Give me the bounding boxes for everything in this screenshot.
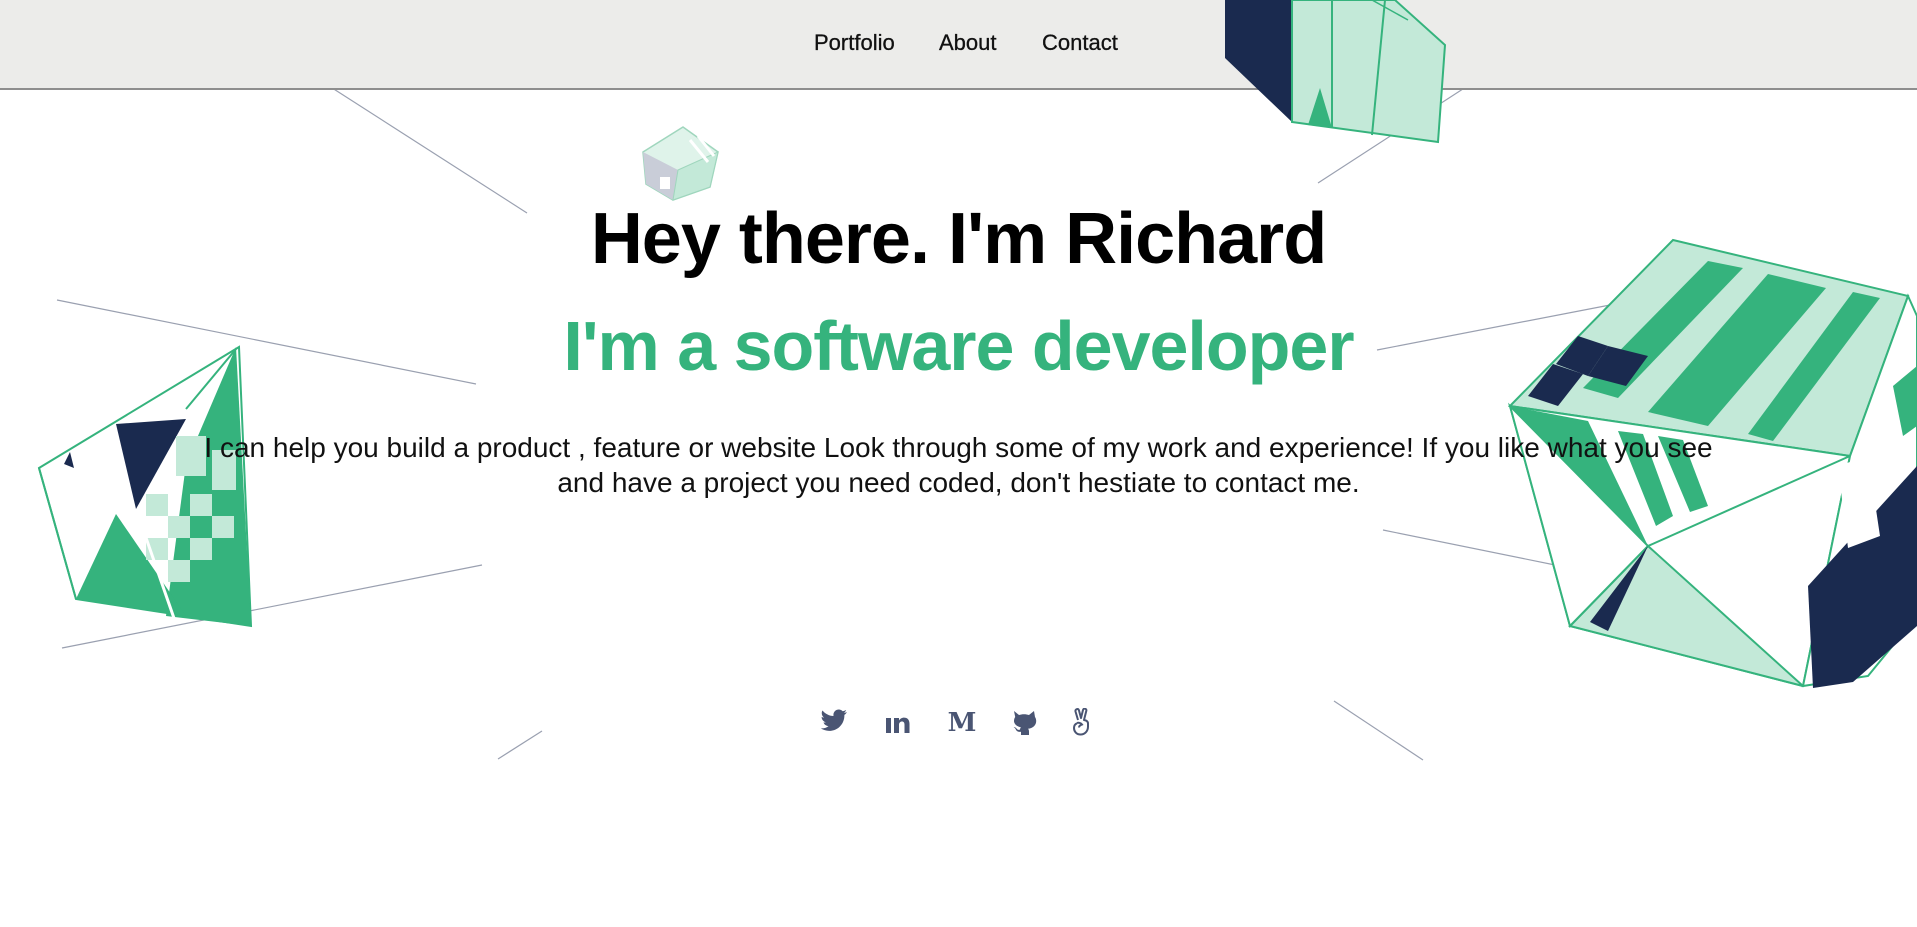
linkedin-link[interactable] [881,705,915,739]
github-link[interactable] [1007,705,1041,739]
top-navbar: Portfolio About Contact [0,0,1917,90]
hero-title: Hey there. I'm Richard [590,199,1327,279]
nav-link-portfolio[interactable]: Portfolio [814,30,895,56]
angellist-icon [1073,708,1089,736]
svg-text:M: M [948,709,977,735]
nav-link-contact[interactable]: Contact [1042,30,1118,56]
top-cube-graphic [1225,0,1447,144]
nav-link-about[interactable]: About [939,30,997,56]
medium-link[interactable]: M [945,705,979,739]
medium-icon: M [948,709,977,735]
twitter-link[interactable] [817,705,851,739]
small-cube-graphic [642,126,719,201]
angellist-link[interactable] [1065,705,1099,739]
page: Portfolio About Contact Hey there. I'm R… [0,0,1917,927]
linkedin-icon [886,717,910,733]
hero-intro-text: I can help you build a product , feature… [204,432,1713,498]
github-icon [1013,711,1037,735]
twitter-icon [820,709,847,731]
hero-subtitle: I'm a software developer [563,307,1354,385]
